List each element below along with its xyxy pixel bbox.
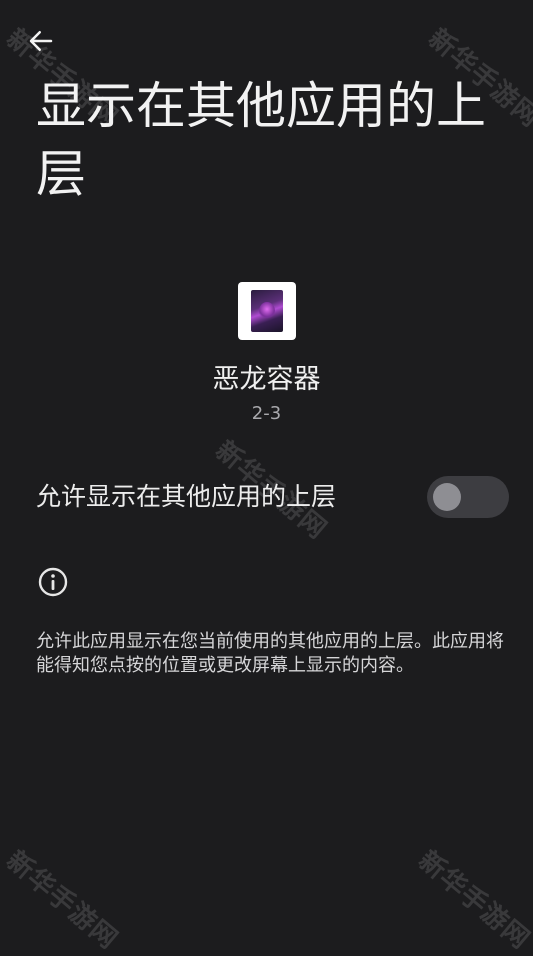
back-button[interactable] xyxy=(24,24,58,58)
app-name: 恶龙容器 xyxy=(212,364,321,395)
app-version: 2-3 xyxy=(251,403,282,424)
arrow-left-icon xyxy=(29,31,53,51)
app-icon-artwork xyxy=(250,290,283,332)
overlay-permission-label: 允许显示在其他应用的上层 xyxy=(36,482,337,511)
switch-thumb xyxy=(433,483,461,511)
watermark: 新华手游网 xyxy=(412,845,533,956)
app-header: 恶龙容器 2-3 xyxy=(0,282,533,426)
info-icon xyxy=(38,567,68,597)
overlay-permission-switch[interactable] xyxy=(427,476,509,518)
page-title: 显示在其他应用的上层 xyxy=(36,77,486,203)
permission-description: 允许此应用显示在您当前使用的其他应用的上层。此应用将能得知您点按的位置或更改屏幕… xyxy=(36,631,504,676)
watermark: 新华手游网 xyxy=(0,845,124,956)
app-icon xyxy=(237,282,296,340)
overlay-permission-row[interactable]: 允许显示在其他应用的上层 xyxy=(36,474,509,520)
